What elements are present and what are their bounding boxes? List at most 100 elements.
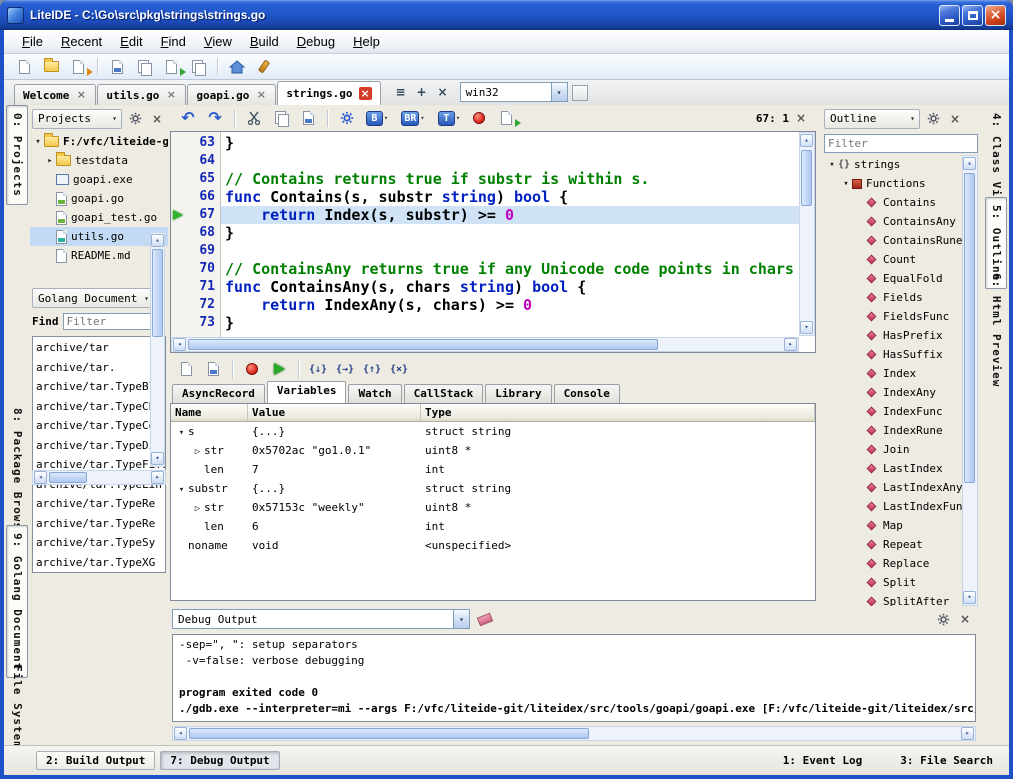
tab-strings-go[interactable]: strings.go× — [277, 81, 380, 105]
gutter-line-number[interactable]: 66 — [171, 188, 221, 206]
dock-button-6-html-preview[interactable]: 6: Html Preview — [985, 265, 1007, 395]
build-button[interactable]: B▾ — [362, 107, 392, 129]
code-line-text[interactable]: return Index(s, substr) >= 0 — [221, 206, 799, 224]
scroll-down-button[interactable]: ▾ — [151, 452, 164, 465]
scroll-right-button[interactable]: ▸ — [151, 471, 164, 484]
tab-close-icon[interactable]: × — [359, 87, 372, 100]
tab-goapi-go[interactable]: goapi.go× — [187, 84, 276, 105]
column-header-type[interactable]: Type — [421, 404, 815, 421]
variable-row-len[interactable]: len7int — [171, 460, 815, 479]
save-all-button[interactable] — [132, 56, 156, 78]
expander-icon[interactable]: ▾ — [32, 137, 44, 147]
code-line-text[interactable]: func ContainsAny(s, chars string) bool { — [221, 278, 799, 296]
open-project-button[interactable] — [66, 56, 90, 78]
variable-row-len[interactable]: len6int — [171, 517, 815, 536]
stop-debug-button[interactable] — [240, 358, 264, 380]
project-tree-item-readme-md[interactable]: README.md — [30, 246, 168, 265]
project-tree-item-f-vfc-liteide-git[interactable]: ▾F:/vfc/liteide-git — [30, 132, 168, 151]
step-into-button[interactable]: {↓} — [306, 358, 330, 380]
outline-item-indexrune[interactable]: IndexRune — [824, 421, 963, 440]
run-to-line-button[interactable]: {×} — [387, 358, 411, 380]
doc-list-vscrollbar[interactable]: ▴ ▾ — [150, 232, 165, 467]
debug-log-button[interactable] — [174, 358, 198, 380]
open-file-button[interactable] — [39, 56, 63, 78]
code-editor[interactable]: 63}6465// Contains returns true if subst… — [170, 131, 816, 353]
editor-line-71[interactable]: 71func ContainsAny(s, chars string) bool… — [171, 278, 799, 296]
project-tree-item-goapi-test-go[interactable]: goapi_test.go — [30, 208, 168, 227]
menu-item-help[interactable]: Help — [345, 31, 388, 52]
list-item-archive-tar[interactable]: archive/tar. — [36, 358, 165, 378]
tab-close-icon[interactable]: × — [75, 89, 87, 101]
outline-item-strings[interactable]: ▾{}strings — [824, 155, 963, 174]
scroll-down-button[interactable]: ▾ — [963, 591, 976, 604]
list-item-archive-tar[interactable]: archive/tar — [36, 338, 165, 358]
redo-button[interactable]: ↷ — [203, 107, 227, 129]
list-item-archive-tar-typere[interactable]: archive/tar.TypeRe — [36, 494, 165, 514]
scroll-left-button[interactable]: ◂ — [173, 338, 186, 351]
outline-item-index[interactable]: Index — [824, 364, 963, 383]
scroll-thumb[interactable] — [49, 472, 87, 483]
outline-item-join[interactable]: Join — [824, 440, 963, 459]
variable-row-substr[interactable]: ▾substr{...}struct string — [171, 479, 815, 498]
outline-item-count[interactable]: Count — [824, 250, 963, 269]
outline-combo[interactable]: Outline ▾ — [824, 109, 920, 129]
outline-item-hasprefix[interactable]: HasPrefix — [824, 326, 963, 345]
panel-menu-button[interactable] — [126, 110, 144, 128]
maximize-button[interactable] — [962, 5, 983, 26]
debug-export-button[interactable] — [494, 107, 518, 129]
chevron-down-icon[interactable]: ▾ — [551, 83, 567, 101]
editor-line-72[interactable]: 72 return IndexAny(s, chars) >= 0 — [171, 296, 799, 314]
minimize-button[interactable] — [939, 5, 960, 26]
outline-filter-input[interactable] — [824, 134, 978, 153]
outline-item-splitafter[interactable]: SplitAfter — [824, 592, 963, 606]
reload-file-button[interactable] — [159, 56, 183, 78]
outline-item-lastindex[interactable]: LastIndex — [824, 459, 963, 478]
code-line-text[interactable]: // Contains returns true if substr is wi… — [221, 170, 799, 188]
expander-icon[interactable]: ▾ — [175, 424, 188, 441]
scroll-thumb[interactable] — [964, 173, 975, 483]
tab-close-icon[interactable]: × — [255, 89, 267, 101]
variable-row-str[interactable]: ▷str0x57153c "weekly"uint8 * — [171, 498, 815, 517]
close-editor-toolbar-button[interactable]: × — [792, 109, 810, 127]
scroll-thumb[interactable] — [189, 728, 589, 739]
outline-item-containsrune[interactable]: ContainsRune — [824, 231, 963, 250]
editor-line-69[interactable]: 69 — [171, 242, 799, 260]
expander-icon[interactable]: ▾ — [826, 160, 838, 170]
chevron-down-icon[interactable]: ▾ — [453, 610, 469, 628]
projects-combo[interactable]: Projects ▾ — [32, 109, 122, 129]
tab-list-button[interactable]: ≡ — [392, 83, 410, 101]
scroll-thumb[interactable] — [801, 150, 812, 206]
close-output-button[interactable]: × — [956, 610, 974, 628]
paste-button[interactable] — [296, 107, 320, 129]
debug-tab-watch[interactable]: Watch — [348, 384, 401, 403]
close-editor-button[interactable]: × — [434, 83, 452, 101]
doc-combo[interactable]: Golang Document ▾ — [32, 288, 154, 308]
project-tree-item-utils-go[interactable]: utils.go — [30, 227, 168, 246]
status-button-7-debug-output[interactable]: 7: Debug Output — [160, 751, 279, 770]
project-tree-item-goapi-exe[interactable]: goapi.exe — [30, 170, 168, 189]
test-button[interactable]: T▾ — [434, 107, 464, 129]
editor-hscrollbar[interactable]: ◂ ▸ — [171, 337, 799, 352]
editor-line-67[interactable]: 67 return Index(s, substr) >= 0 — [171, 206, 799, 224]
list-item-archive-tar-typeblo[interactable]: archive/tar.TypeBlo — [36, 377, 165, 397]
code-line-text[interactable]: } — [221, 314, 799, 332]
column-header-value[interactable]: Value — [248, 404, 421, 421]
output-menu-button[interactable] — [934, 610, 952, 628]
expander-icon[interactable]: ▷ — [191, 500, 204, 517]
outline-vscrollbar[interactable]: ▴ ▾ — [962, 155, 978, 606]
close-panel-button[interactable]: × — [148, 110, 166, 128]
debug-tab-asyncrecord[interactable]: AsyncRecord — [172, 384, 265, 403]
scroll-up-button[interactable]: ▴ — [963, 157, 976, 170]
editor-line-73[interactable]: 73} — [171, 314, 799, 332]
outline-item-split[interactable]: Split — [824, 573, 963, 592]
gutter-line-number[interactable]: 72 — [171, 296, 221, 314]
save-file-button[interactable] — [105, 56, 129, 78]
editor-line-64[interactable]: 64 — [171, 152, 799, 170]
tab-welcome[interactable]: Welcome× — [14, 84, 96, 105]
outline-item-indexfunc[interactable]: IndexFunc — [824, 402, 963, 421]
gutter-line-number[interactable]: 70 — [171, 260, 221, 278]
list-item-archive-tar-typech[interactable]: archive/tar.TypeCh — [36, 397, 165, 417]
debug-button[interactable] — [467, 107, 491, 129]
code-line-text[interactable]: } — [221, 134, 799, 152]
menu-item-file[interactable]: File — [14, 31, 51, 52]
